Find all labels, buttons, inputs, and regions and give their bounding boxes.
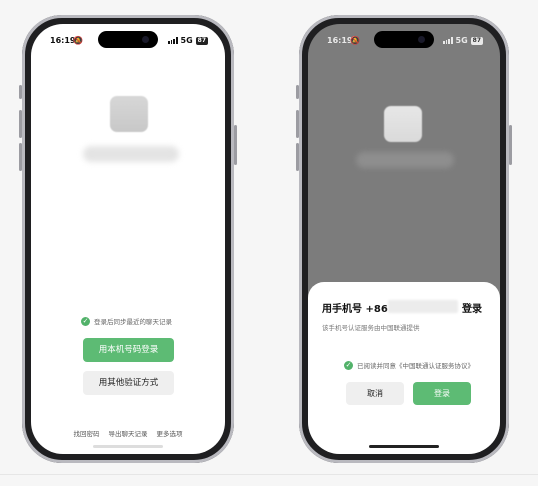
footer-links: 找回密码 导出聊天记录 更多选项 [31,428,225,438]
volume-up-button [19,110,22,138]
sheet-title: 用手机号 +86 [322,304,388,315]
volume-up-button [296,110,299,138]
agreement-row: ✓ 已阅读并同意《中国联通认证服务协议》 [344,360,474,370]
power-button [234,125,237,165]
agreement-text[interactable]: 已阅读并同意《中国联通认证服务协议》 [357,360,474,370]
carrier-note: 该手机号认证服务由中国联通提供 [322,324,420,332]
mute-bell-icon: 🔕 [73,36,83,45]
battery-icon: 87 [195,36,208,45]
phone-login-sheet: 用手机号 +86 登录 该手机号认证服务由中国联通提供 ✓ 已阅读并同意《中国联… [308,282,500,454]
check-circle-icon[interactable]: ✓ [81,316,90,326]
other-verification-button[interactable]: 用其他验证方式 [83,371,174,395]
login-with-this-number-button[interactable]: 用本机号码登录 [83,338,174,362]
home-indicator [369,445,439,448]
check-circle-icon[interactable]: ✓ [344,360,353,370]
export-chat-link[interactable]: 导出聊天记录 [109,428,148,438]
more-options-link[interactable]: 更多选项 [157,428,183,438]
signal-icon [443,37,453,44]
network-label: 5G [455,36,468,45]
sync-notice-text: 登录后同步最近的聊天记录 [94,318,172,326]
mute-switch [19,85,22,99]
avatar [110,96,148,132]
signal-icon [168,37,178,44]
mute-switch [296,85,299,99]
status-bar: 16:19 🔕 5G 87 [31,34,225,48]
phone-left: 16:19 🔕 5G 87 ✓ 登录后同步最近的聊天记录 用本机号码登录 用其他… [19,15,237,463]
sync-notice: ✓ 登录后同步最近的聊天记录 [81,316,172,326]
avatar [384,106,422,142]
network-label: 5G [180,36,193,45]
nickname-blurred [83,146,179,162]
battery-icon: 87 [470,36,483,45]
sheet-title-suffix: 登录 [462,304,482,315]
comparison-stage: 16:19 🔕 5G 87 ✓ 登录后同步最近的聊天记录 用本机号码登录 用其他… [0,0,538,486]
login-button[interactable]: 登录 [413,382,471,405]
status-bar: 16:19 🔕 5G 87 [308,34,500,48]
status-time: 16:19 [327,36,353,45]
login-screen: 16:19 🔕 5G 87 ✓ 登录后同步最近的聊天记录 用本机号码登录 用其他… [31,24,225,454]
volume-down-button [19,143,22,171]
login-screen-with-sheet: 16:19 🔕 5G 87 用手机号 +86 登录 该手机号认证服务由中国联通提… [308,24,500,454]
home-indicator [93,445,163,448]
power-button [509,125,512,165]
cancel-button[interactable]: 取消 [346,382,404,405]
recover-password-link[interactable]: 找回密码 [74,428,100,438]
nickname-blurred [356,152,454,168]
status-time: 16:19 [50,36,76,45]
phone-right: 16:19 🔕 5G 87 用手机号 +86 登录 该手机号认证服务由中国联通提… [296,15,512,463]
divider [0,474,538,475]
volume-down-button [296,143,299,171]
phone-number-blurred [388,300,458,313]
mute-bell-icon: 🔕 [350,36,360,45]
